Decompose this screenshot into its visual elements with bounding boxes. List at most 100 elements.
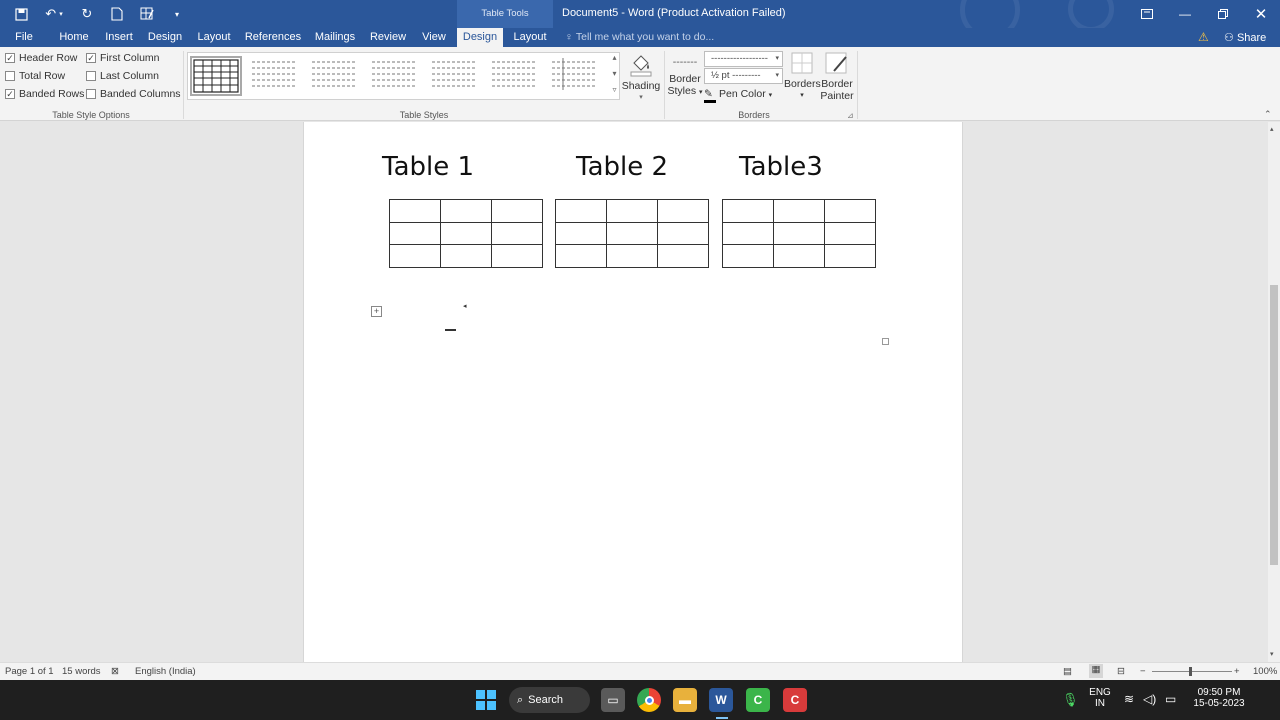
tab-view[interactable]: View (417, 28, 451, 47)
ribbon-display-options-icon[interactable] (1128, 0, 1166, 28)
gallery-scroll-down-icon[interactable]: ▾ (609, 69, 620, 84)
taskbar-search[interactable]: ⌕ Search (509, 687, 590, 713)
document-page[interactable]: Table 1 Table 2 Table3 + ◂ (303, 122, 963, 662)
total-row-checkbox[interactable]: Total Row (5, 70, 65, 82)
table-cell[interactable] (606, 244, 658, 268)
header-row-checkbox[interactable]: ✓ Header Row (5, 52, 77, 64)
table-cell[interactable] (555, 221, 607, 245)
file-explorer-icon[interactable]: ▬ (673, 688, 697, 712)
table-cell[interactable] (722, 244, 774, 268)
line-style-dropdown[interactable]: ------------------ ▾ (704, 51, 783, 67)
share-button[interactable]: ⚇ Share (1224, 31, 1266, 44)
table-move-handle-icon[interactable]: + (371, 306, 382, 317)
zoom-slider-thumb[interactable] (1189, 667, 1192, 676)
task-view-icon[interactable]: ▭ (601, 688, 625, 712)
table-cell[interactable] (824, 244, 876, 268)
print-layout-icon[interactable]: ▦ (1089, 664, 1103, 678)
input-language[interactable]: ENG IN (1088, 687, 1112, 709)
table-cell[interactable] (491, 221, 543, 245)
table-cell[interactable] (555, 199, 607, 223)
draw-table-icon[interactable] (134, 4, 160, 24)
table-cell[interactable] (824, 221, 876, 245)
chrome-icon[interactable] (637, 688, 661, 712)
new-document-icon[interactable] (104, 4, 130, 24)
tab-file[interactable]: File (5, 28, 43, 47)
zoom-level[interactable]: 100% (1253, 666, 1277, 677)
table-style-thumb[interactable] (190, 56, 242, 96)
gallery-more-icon[interactable]: ▿ (609, 85, 620, 100)
tab-references[interactable]: References (243, 28, 303, 47)
page-count[interactable]: Page 1 of 1 (5, 666, 54, 677)
table-cell[interactable] (491, 244, 543, 268)
table-cell[interactable] (491, 199, 543, 223)
zoom-out-icon[interactable]: − (1140, 666, 1146, 677)
table-cell[interactable] (440, 221, 492, 245)
word-count[interactable]: 15 words (62, 666, 101, 677)
pen-color-button[interactable]: ✎ Pen Color ▾ (704, 88, 772, 103)
save-icon[interactable] (8, 4, 34, 24)
warning-icon[interactable]: ⚠ (1198, 30, 1209, 44)
table-cell[interactable] (440, 244, 492, 268)
border-painter-button[interactable]: Border Painter (818, 51, 856, 102)
microphone-icon[interactable]: 🎙 (1062, 692, 1079, 708)
gallery-scroll-up-icon[interactable]: ▴ (609, 53, 620, 68)
last-column-checkbox[interactable]: Last Column (86, 70, 159, 82)
table-cell[interactable] (773, 221, 825, 245)
proofing-icon[interactable]: ⊠ (111, 666, 119, 677)
tab-design[interactable]: Design (145, 28, 185, 47)
word-app-icon[interactable]: W (709, 688, 733, 712)
vertical-scrollbar[interactable]: ▴ ▾ (1268, 122, 1280, 662)
word-table-3[interactable] (722, 199, 876, 268)
table-cell[interactable] (555, 244, 607, 268)
undo-icon[interactable]: ↶ ▾ (38, 4, 70, 24)
table-resize-handle-icon[interactable] (882, 338, 889, 345)
table-style-thumb[interactable] (550, 56, 602, 96)
scroll-down-icon[interactable]: ▾ (1270, 650, 1274, 658)
tab-review[interactable]: Review (367, 28, 409, 47)
language-indicator[interactable]: English (India) (135, 666, 196, 677)
screen-capture-app-icon[interactable]: C (783, 688, 807, 712)
web-layout-icon[interactable]: ⊟ (1117, 666, 1125, 677)
clock[interactable]: 09:50 PM 15-05-2023 (1186, 687, 1252, 709)
table-cell[interactable] (606, 221, 658, 245)
tab-insert[interactable]: Insert (100, 28, 138, 47)
table-style-thumb[interactable] (370, 56, 422, 96)
shading-button[interactable]: Shading ▾ (620, 51, 662, 104)
windows-start-icon[interactable] (474, 688, 498, 712)
tab-table-layout[interactable]: Layout (509, 28, 551, 47)
redo-icon[interactable]: ↻ (74, 4, 100, 24)
table-cell[interactable] (773, 244, 825, 268)
word-table-1[interactable] (389, 199, 543, 268)
banded-rows-checkbox[interactable]: ✓ Banded Rows (5, 88, 84, 100)
close-icon[interactable]: ✕ (1242, 0, 1280, 28)
table-cell[interactable] (722, 221, 774, 245)
collapse-ribbon-icon[interactable]: ⌃ (1264, 109, 1272, 120)
table-cell[interactable] (657, 244, 709, 268)
banded-columns-checkbox[interactable]: Banded Columns (86, 88, 181, 100)
first-column-checkbox[interactable]: ✓ First Column (86, 52, 160, 64)
read-mode-icon[interactable]: ▤ (1063, 666, 1072, 677)
table-cell[interactable] (657, 199, 709, 223)
table-cell[interactable] (389, 244, 441, 268)
scroll-up-icon[interactable]: ▴ (1270, 125, 1274, 133)
table-cell[interactable] (722, 199, 774, 223)
tab-layout[interactable]: Layout (194, 28, 234, 47)
table-cell[interactable] (606, 199, 658, 223)
borders-dialog-launcher-icon[interactable]: ⊿ (847, 111, 854, 120)
table-style-thumb[interactable] (310, 56, 362, 96)
table-cell[interactable] (657, 221, 709, 245)
table-cell[interactable] (389, 221, 441, 245)
table-cell[interactable] (440, 199, 492, 223)
scrollbar-thumb[interactable] (1270, 285, 1278, 565)
volume-icon[interactable]: ◁) (1143, 692, 1156, 706)
minimize-icon[interactable]: — (1166, 0, 1204, 28)
recorder-app-icon[interactable]: C (746, 688, 770, 712)
borders-button[interactable]: Borders ▾ (784, 51, 821, 102)
wifi-icon[interactable]: ≋ (1124, 692, 1134, 706)
table-cell[interactable] (773, 199, 825, 223)
table-cell[interactable] (824, 199, 876, 223)
table-style-thumb[interactable] (430, 56, 482, 96)
zoom-slider[interactable] (1152, 671, 1232, 672)
border-styles-button[interactable]: ------- Border Styles ▾ (667, 51, 703, 99)
table-style-thumb[interactable] (250, 56, 302, 96)
